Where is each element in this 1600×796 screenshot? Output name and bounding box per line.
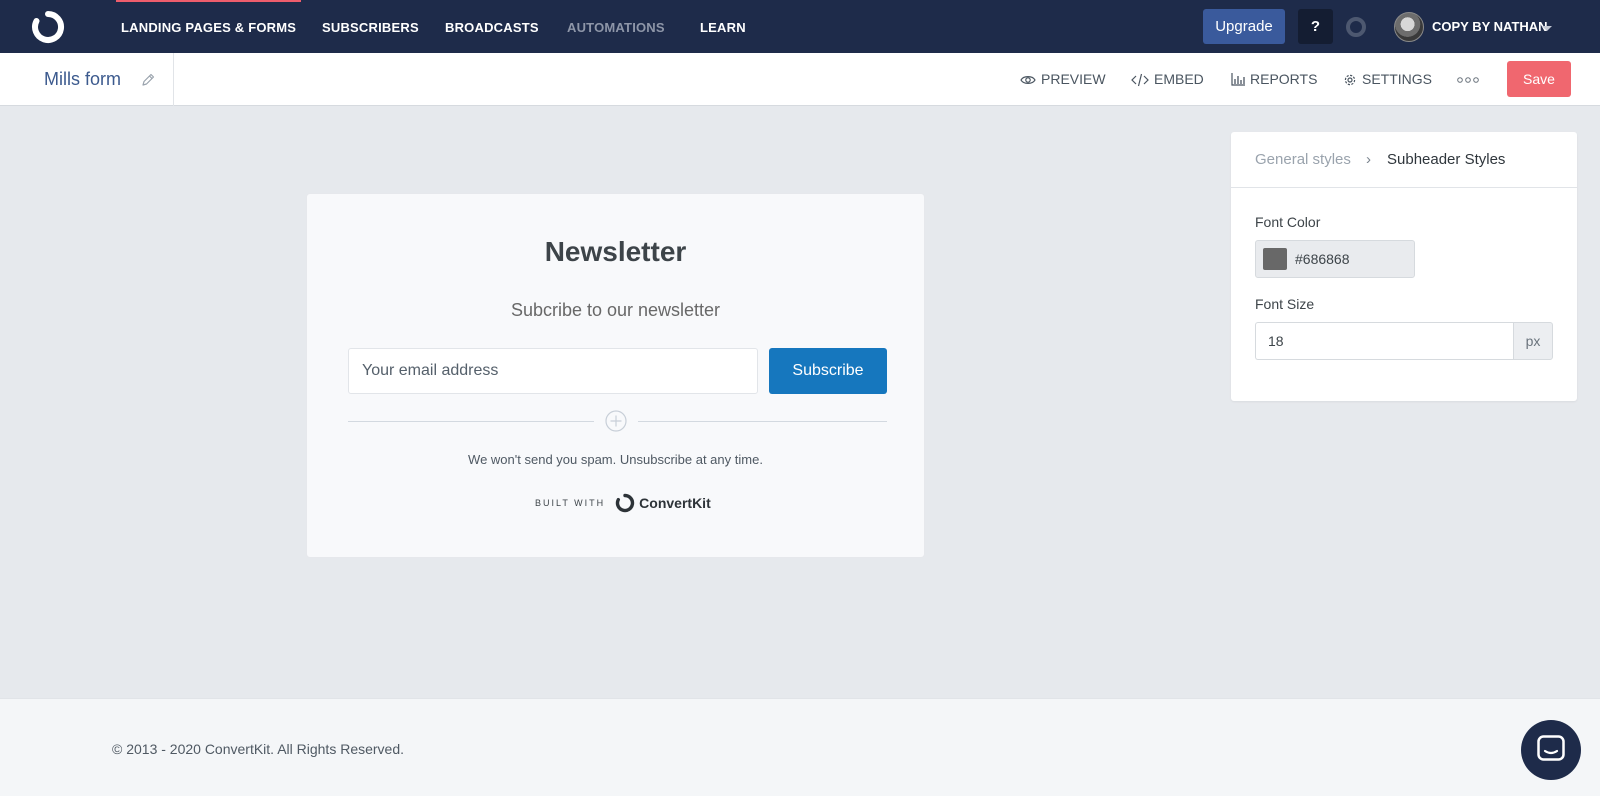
upgrade-button[interactable]: Upgrade xyxy=(1203,9,1285,44)
convertkit-logo-icon[interactable] xyxy=(30,10,66,44)
page-footer: © 2013 - 2020 ConvertKit. All Rights Res… xyxy=(0,698,1600,796)
breadcrumb-subheader-styles: Subheader Styles xyxy=(1387,151,1506,168)
preview-label: PREVIEW xyxy=(1041,71,1106,87)
form-name[interactable]: Mills form xyxy=(44,53,121,106)
font-size-label: Font Size xyxy=(1255,296,1315,312)
embed-button[interactable]: EMBED xyxy=(1131,53,1204,106)
settings-button[interactable]: SETTINGS xyxy=(1343,53,1432,106)
color-swatch[interactable] xyxy=(1263,248,1287,270)
chevron-down-icon[interactable] xyxy=(1542,26,1552,31)
reports-label: REPORTS xyxy=(1250,71,1318,87)
reports-button[interactable]: REPORTS xyxy=(1231,53,1317,106)
breadcrumb-general-styles[interactable]: General styles xyxy=(1255,132,1351,188)
divider-right xyxy=(638,421,887,422)
font-size-unit: px xyxy=(1513,322,1553,360)
add-block-icon[interactable] xyxy=(605,410,627,432)
gear-icon xyxy=(1344,74,1356,85)
nav-learn[interactable]: LEARN xyxy=(700,0,746,53)
style-panel: General styles › Subheader Styles Font C… xyxy=(1231,132,1577,401)
nav-broadcasts[interactable]: BROADCASTS xyxy=(445,0,539,53)
spam-disclaimer[interactable]: We won't send you spam. Unsubscribe at a… xyxy=(307,452,924,467)
divider-left xyxy=(348,421,594,422)
preview-button[interactable]: PREVIEW xyxy=(1020,53,1106,106)
panel-breadcrumb: General styles › Subheader Styles xyxy=(1231,132,1577,188)
help-button[interactable]: ? xyxy=(1298,9,1333,44)
nav-landing-pages-forms[interactable]: LANDING PAGES & FORMS xyxy=(115,0,302,53)
built-with-label: BUILT WITH xyxy=(535,498,606,508)
form-preview-card: Newsletter Subcribe to our newsletter Su… xyxy=(306,193,925,558)
notification-ring-icon[interactable] xyxy=(1346,17,1366,37)
font-color-value[interactable]: #686868 xyxy=(1295,241,1350,277)
nav-subscribers[interactable]: SUBSCRIBERS xyxy=(322,0,419,53)
save-button[interactable]: Save xyxy=(1507,61,1571,97)
form-subtitle[interactable]: Subcribe to our newsletter xyxy=(307,300,924,321)
form-title[interactable]: Newsletter xyxy=(307,236,924,268)
chat-icon xyxy=(1537,735,1565,761)
toolbar-divider xyxy=(173,53,174,106)
settings-label: SETTINGS xyxy=(1362,71,1433,87)
nav-automations[interactable]: AUTOMATIONS xyxy=(567,0,665,53)
chevron-right-icon: › xyxy=(1366,151,1371,168)
font-size-input[interactable] xyxy=(1255,322,1513,360)
embed-label: EMBED xyxy=(1154,71,1204,87)
email-field[interactable] xyxy=(348,348,758,394)
built-with-badge[interactable]: BUILT WITH ConvertKit xyxy=(535,493,711,513)
account-menu[interactable]: COPY BY NATHAN xyxy=(1432,0,1548,53)
eye-icon xyxy=(1020,75,1036,84)
copyright-text: © 2013 - 2020 ConvertKit. All Rights Res… xyxy=(112,741,405,757)
bar-chart-icon xyxy=(1231,73,1245,86)
pencil-icon[interactable] xyxy=(140,72,156,88)
editor-toolbar: Mills form PREVIEW EMBED REPORTS SETTING… xyxy=(0,53,1600,106)
avatar[interactable] xyxy=(1394,12,1424,42)
subscribe-button[interactable]: Subscribe xyxy=(769,348,887,394)
font-color-picker[interactable]: #686868 xyxy=(1255,240,1415,278)
more-options-icon[interactable] xyxy=(1457,77,1479,83)
font-color-label: Font Color xyxy=(1255,214,1321,230)
chat-launcher-button[interactable] xyxy=(1521,720,1581,780)
code-icon xyxy=(1131,73,1149,86)
brand-name: ConvertKit xyxy=(639,495,711,511)
convertkit-brand-icon xyxy=(615,493,635,513)
top-nav: LANDING PAGES & FORMS SUBSCRIBERS BROADC… xyxy=(0,0,1600,53)
